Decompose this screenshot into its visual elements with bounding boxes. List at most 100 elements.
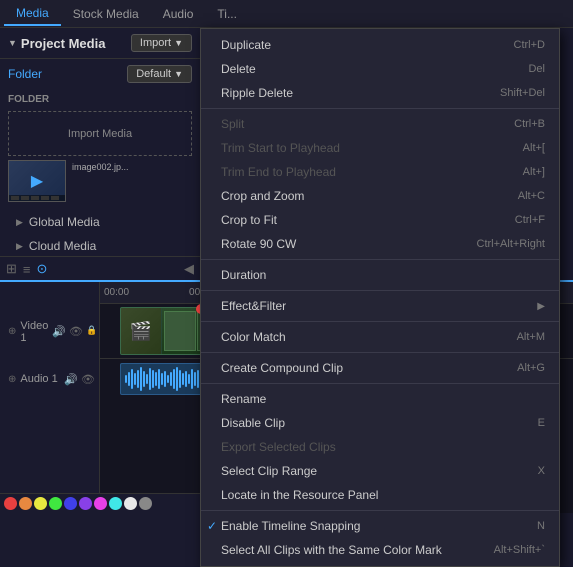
- menu-item-shortcut: Alt+C: [518, 190, 545, 202]
- collapse-icon[interactable]: ◀: [184, 261, 194, 277]
- menu-item-disable-clip[interactable]: Disable ClipE: [201, 411, 559, 435]
- eye-icon[interactable]: 👁: [69, 325, 83, 338]
- menu-item-duplicate[interactable]: DuplicateCtrl+D: [201, 33, 559, 57]
- menu-item-label: Export Selected Clips: [221, 440, 336, 454]
- arrow-icon: ▼: [8, 38, 17, 48]
- waveform-bar: [143, 371, 145, 387]
- menu-separator: [201, 510, 559, 511]
- color-dot-5[interactable]: [79, 497, 92, 510]
- tab-bar: Media Stock Media Audio Ti...: [0, 0, 573, 28]
- default-label: Default: [136, 68, 171, 80]
- menu-item-label: Crop and Zoom: [221, 189, 304, 203]
- waveform-bar: [146, 374, 148, 384]
- menu-item-shortcut: E: [538, 417, 545, 429]
- panel-bottom-toolbar: ⊞ ≡ ⊙ ◀: [0, 256, 200, 281]
- menu-item-label: Create Compound Clip: [221, 361, 343, 375]
- track-icons: 🔊 👁 🔒: [52, 325, 97, 338]
- menu-item-label: Split: [221, 117, 244, 131]
- add-audio-icon[interactable]: ⊕: [8, 374, 16, 385]
- import-media-area[interactable]: Import Media: [8, 111, 192, 156]
- tab-stock-media[interactable]: Stock Media: [61, 3, 151, 25]
- color-dot-3[interactable]: [49, 497, 62, 510]
- color-dot-8[interactable]: [124, 497, 137, 510]
- menu-separator: [201, 108, 559, 109]
- menu-item-rotate-90-cw[interactable]: Rotate 90 CW Ctrl+Alt+Right: [201, 232, 559, 256]
- menu-item-enable-timeline-snapping[interactable]: Enable Timeline Snapping N: [201, 514, 559, 538]
- menu-item-crop-and-zoom[interactable]: Crop and Zoom Alt+C: [201, 184, 559, 208]
- lock-icon[interactable]: 🔒: [86, 325, 97, 338]
- folder-label[interactable]: Folder: [8, 67, 42, 81]
- waveform-bar: [164, 371, 166, 387]
- waveform-bar: [179, 370, 181, 388]
- menu-item-label: Rotate 90 CW: [221, 237, 296, 251]
- audio-track-icons: 🔊 👁: [64, 373, 95, 386]
- color-dot-2[interactable]: [34, 497, 47, 510]
- menu-item-locate-in-the-resource-panel[interactable]: Locate in the Resource Panel: [201, 483, 559, 507]
- expand-arrow-icon: ▶: [16, 241, 23, 252]
- import-button[interactable]: Import ▼: [131, 34, 192, 52]
- menu-item-label: Delete: [221, 62, 256, 76]
- menu-item-delete[interactable]: Delete Del: [201, 57, 559, 81]
- video-track-name: Video 1: [20, 320, 48, 344]
- audio-mute-icon[interactable]: 🔊: [64, 373, 78, 386]
- color-dot-0[interactable]: [4, 497, 17, 510]
- color-dot-4[interactable]: [64, 497, 77, 510]
- menu-item-color-match[interactable]: Color MatchAlt+M: [201, 325, 559, 349]
- tab-media[interactable]: Media: [4, 2, 61, 26]
- waveform-bar: [131, 369, 133, 389]
- grid-view-icon[interactable]: ⊞: [6, 261, 17, 277]
- menu-item-effectfilter[interactable]: Effect&Filter▶: [201, 294, 559, 318]
- menu-item-label: Select All Clips with the Same Color Mar…: [221, 543, 442, 557]
- menu-item-rename[interactable]: Rename: [201, 387, 559, 411]
- waveform-bar: [182, 373, 184, 385]
- menu-item-shortcut: Alt+M: [517, 331, 545, 343]
- color-dot-9[interactable]: [139, 497, 152, 510]
- context-menu: DuplicateCtrl+D Delete Del Ripple DeleteShi…: [200, 28, 560, 567]
- tab-ti[interactable]: Ti...: [205, 3, 249, 25]
- list-view-icon[interactable]: ≡: [23, 262, 31, 277]
- menu-separator: [201, 290, 559, 291]
- audio-eye-icon[interactable]: 👁: [81, 373, 95, 386]
- menu-item-ripple-delete[interactable]: Ripple DeleteShift+Del: [201, 81, 559, 105]
- track-label-area: ⊕ Video 1 🔊 👁 🔒 ⊕ Audio 1 🔊 👁: [0, 282, 100, 513]
- waveform-bar: [161, 373, 163, 385]
- menu-item-duration[interactable]: Duration: [201, 263, 559, 287]
- menu-item-select-all-clips-with-the-same-color-mark[interactable]: Select All Clips with the Same Color Mar…: [201, 538, 559, 562]
- menu-item-label: Duration: [221, 268, 266, 282]
- menu-item-shortcut: Alt+[: [523, 142, 545, 154]
- default-button[interactable]: Default ▼: [127, 65, 192, 83]
- menu-item-create-compound-clip[interactable]: Create Compound ClipAlt+G: [201, 356, 559, 380]
- import-label: Import: [140, 37, 171, 49]
- folder-header-label: FOLDER: [8, 94, 49, 105]
- thumbnail-item[interactable]: ▶ image002.jp...: [8, 160, 192, 202]
- sidebar-item-global-media[interactable]: ▶ Global Media: [0, 210, 200, 234]
- color-dots-bar: [0, 493, 200, 513]
- color-dot-7[interactable]: [109, 497, 122, 510]
- default-dropdown-icon: ▼: [174, 69, 183, 79]
- waveform-bar: [128, 372, 130, 386]
- time-marker-0: 00:00: [104, 287, 129, 298]
- menu-item-select-clip-range[interactable]: Select Clip RangeX: [201, 459, 559, 483]
- menu-item-label: Enable Timeline Snapping: [221, 519, 360, 533]
- menu-item-crop-to-fit[interactable]: Crop to FitCtrl+F: [201, 208, 559, 232]
- menu-item-shortcut: N: [537, 520, 545, 532]
- waveform-bar: [152, 370, 154, 388]
- sidebar-item-cloud-media[interactable]: ▶ Cloud Media: [0, 234, 200, 258]
- color-dot-1[interactable]: [19, 497, 32, 510]
- waveform-bar: [155, 372, 157, 386]
- waveform-bar: [188, 374, 190, 384]
- tab-audio[interactable]: Audio: [151, 3, 206, 25]
- waveform-bar: [170, 372, 172, 386]
- menu-item-shortcut: Alt+Shift+`: [494, 544, 545, 556]
- add-video-icon[interactable]: ⊕: [8, 326, 16, 337]
- menu-item-shortcut: Del: [528, 63, 545, 75]
- mute-icon[interactable]: 🔊: [52, 325, 66, 338]
- menu-item-shortcut: Ctrl+Alt+Right: [477, 238, 545, 250]
- link-icon[interactable]: ⊙: [37, 261, 48, 277]
- menu-item-shortcut: Ctrl+D: [514, 39, 545, 51]
- video-track-label-area: ⊕ Video 1 🔊 👁 🔒: [4, 304, 99, 359]
- sidebar-item-label: Global Media: [29, 215, 100, 229]
- waveform-bar: [158, 369, 160, 389]
- waveform-bar: [140, 367, 142, 391]
- color-dot-6[interactable]: [94, 497, 107, 510]
